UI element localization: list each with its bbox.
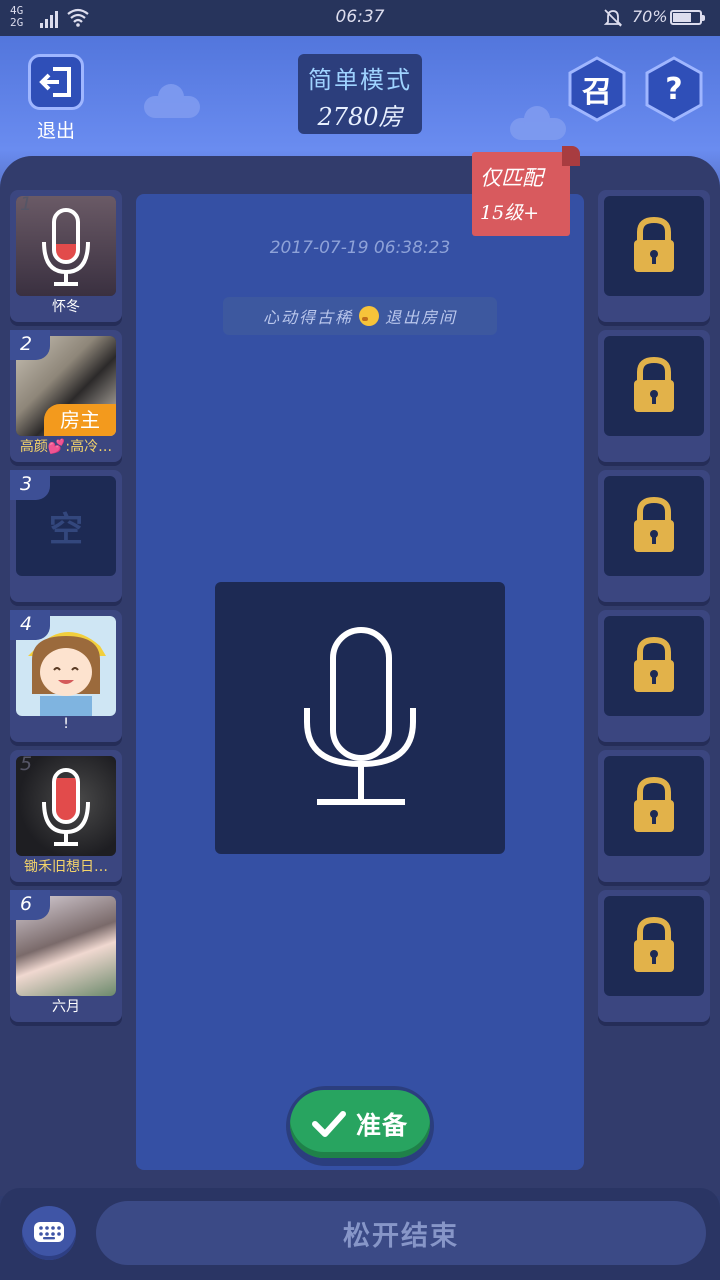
mode-title: 简单模式 (308, 66, 412, 94)
seat-1[interactable]: 1 怀冬 (10, 190, 122, 322)
status-bar: 4G 2G 06:37 70% (0, 0, 720, 36)
seat-name: 锄禾旧想日… (24, 859, 108, 875)
seat-number: 1 (20, 193, 33, 215)
battery-percent: 70% (632, 7, 668, 26)
locked-seat[interactable] (598, 610, 710, 742)
seat-number: 6 (10, 890, 50, 920)
cloud-decoration (144, 84, 200, 118)
exit-icon (39, 67, 71, 97)
seat-number: 2 (10, 330, 50, 360)
lock-icon (634, 356, 674, 412)
seat-6[interactable]: 6 六月 (10, 890, 122, 1022)
notice-username: 心动得古稀 (262, 308, 353, 327)
seat-2[interactable]: 房主 2 高颜💕:高冷… (10, 330, 122, 462)
keyboard-button[interactable] (22, 1206, 76, 1260)
voice-area[interactable] (215, 582, 505, 854)
lock-icon (634, 916, 674, 972)
check-icon (311, 1111, 346, 1137)
seat-name: 怀冬 (52, 299, 80, 315)
system-notice: 心动得古稀 退出房间 (223, 297, 497, 335)
microphone-icon (304, 627, 416, 805)
locked-seat[interactable] (598, 890, 710, 1022)
battery-icon (670, 10, 705, 25)
seat-number: 3 (10, 470, 50, 500)
room-number: 2780房 (317, 103, 403, 131)
summon-button[interactable]: 召 (567, 56, 627, 122)
locked-seat[interactable] (598, 470, 710, 602)
seat-4[interactable]: 4 ! (10, 610, 122, 742)
lock-icon (634, 216, 674, 272)
mute-bell-icon (603, 9, 623, 27)
exit-label: 退出 (36, 120, 75, 142)
seat-name: 高颜💕:高冷… (19, 439, 113, 455)
lock-icon (634, 776, 674, 832)
exit-button[interactable] (28, 54, 84, 110)
help-icon: ? (665, 71, 683, 107)
seat-name: ! (63, 716, 69, 732)
locked-seat[interactable] (598, 190, 710, 322)
timestamp: 2017-07-19 06:38:23 (269, 238, 451, 258)
seat-3[interactable]: 空 3 (10, 470, 122, 602)
seat-name: 六月 (52, 999, 80, 1015)
match-level-tag: 仅匹配 15级+ (472, 146, 580, 238)
push-to-talk-label: 松开结束 (343, 1220, 459, 1252)
match-tag-line2: 15级+ (480, 202, 540, 224)
seat-number: 4 (10, 610, 50, 640)
match-tag-line1: 仅匹配 (480, 166, 543, 190)
lock-icon (634, 636, 674, 692)
keyboard-icon (34, 1222, 64, 1242)
room-mode-box: 简单模式 2780房 (298, 54, 422, 134)
locked-seat[interactable] (598, 750, 710, 882)
notice-action: 退出房间 (385, 308, 458, 327)
ready-label: 准备 (355, 1111, 408, 1140)
locked-seat[interactable] (598, 330, 710, 462)
help-button[interactable]: ? (644, 56, 704, 122)
seat-number: 5 (20, 753, 33, 775)
emoji-icon (359, 306, 379, 326)
host-badge: 房主 (44, 404, 116, 436)
ready-button[interactable]: 准备 (286, 1086, 434, 1166)
lock-icon (634, 496, 674, 552)
summon-icon: 召 (582, 75, 612, 110)
seat-5[interactable]: 5 锄禾旧想日… (10, 750, 122, 882)
push-to-talk-button[interactable]: 松开结束 (96, 1201, 706, 1265)
cloud-decoration (510, 106, 566, 140)
